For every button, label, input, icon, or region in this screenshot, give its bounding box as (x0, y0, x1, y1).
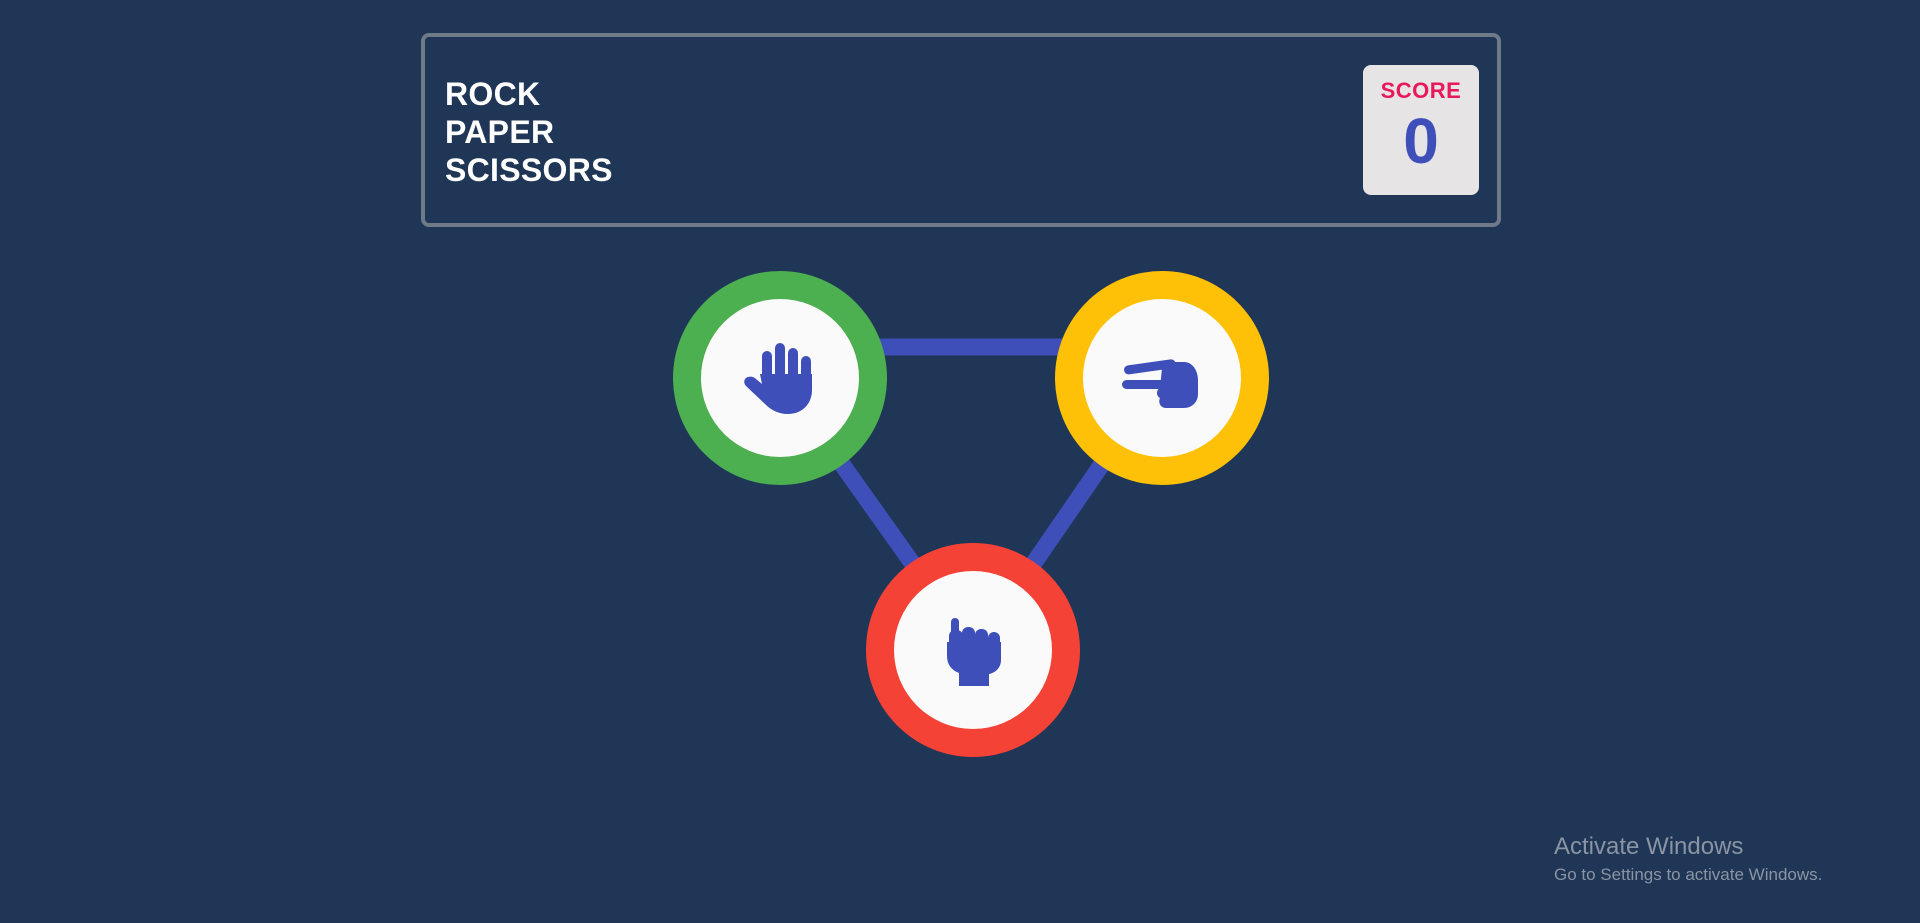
hand-paper-icon (744, 343, 812, 414)
hand-rock-icon (947, 618, 1001, 686)
game-board (0, 0, 1920, 923)
hand-scissors-icon (1122, 359, 1198, 408)
activate-windows-watermark: Activate Windows Go to Settings to activ… (1554, 833, 1822, 885)
paper-button[interactable] (673, 271, 887, 485)
watermark-subtitle: Go to Settings to activate Windows. (1554, 865, 1823, 884)
rock-button-face (894, 571, 1052, 729)
rock-button[interactable] (866, 543, 1080, 757)
scissors-button-face (1083, 299, 1241, 457)
triangle-connector (773, 338, 1170, 655)
watermark-title: Activate Windows (1554, 833, 1744, 860)
scissors-button[interactable] (1055, 271, 1269, 485)
paper-button-face (701, 299, 859, 457)
